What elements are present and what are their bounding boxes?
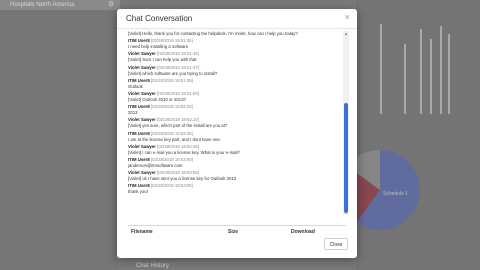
chat-sender-name: ITIM User8	[128, 104, 150, 110]
chat-timestamp: [02/28/2019 19:52:10]	[157, 117, 199, 123]
modal-header: Chat Conversation ×	[117, 9, 357, 29]
chat-timestamp: [02/28/2019 19:51:35]	[150, 38, 193, 44]
files-header-filename: Filename	[131, 229, 153, 235]
scroll-up-arrow-icon[interactable]: ▲	[343, 31, 349, 36]
chat-timestamp: [02/28/2019 19:51:47]	[157, 64, 199, 70]
chat-timestamp: [02/28/2019 19:52:35]	[157, 143, 199, 149]
scroll-down-arrow-icon[interactable]: ▼	[343, 210, 349, 215]
chart-bar	[448, 34, 450, 114]
files-header-size: Size	[228, 229, 239, 235]
chat-sender-name: ITIM User8	[128, 38, 150, 44]
chat-timestamp: [02/28/2019 19:53:09]	[150, 183, 193, 189]
chat-timestamp: [02/28/2019 19:52:25]	[150, 130, 193, 136]
chat-message-text: thank you!	[128, 189, 148, 195]
chat-message-text: janderson@itmsoftware.com	[128, 163, 183, 169]
chat-timestamp: [02/28/2019 19:51:59]	[150, 77, 193, 83]
chat-timestamp: [02/28/2019 19:51:59]	[157, 91, 199, 97]
background-bar-chart	[360, 14, 460, 114]
chat-sender-name: ITIM User8	[128, 77, 150, 83]
chat-message-text: [Violet] Sure I can help you with that	[128, 57, 197, 63]
chat-sender-name: Violet Sawyer	[128, 170, 156, 176]
chart-bar	[440, 26, 442, 114]
chat-message-text: [Violet] Outlook 2010 or 2013?	[128, 97, 186, 103]
chat-timestamp: [02/28/2019 19:51:45]	[157, 51, 199, 57]
chat-message-text: I need help installing a software	[128, 44, 189, 50]
chart-bar	[420, 29, 422, 114]
chat-sender-name: Violet Sawyer	[128, 64, 156, 70]
chat-sender-name: Violet Sawyer	[128, 143, 156, 149]
chart-bar	[404, 44, 406, 114]
files-header-download: Download	[291, 229, 315, 235]
chat-sender-name: ITIM User8	[128, 183, 150, 189]
chart-bar	[380, 24, 382, 114]
chat-message-text: I am at the license key part, and I dont…	[128, 136, 221, 142]
close-icon[interactable]: ×	[345, 12, 350, 22]
chat-message-text: Outlook	[128, 83, 143, 89]
chat-message-text: [Violet] yes sure, which part of the ins…	[128, 123, 228, 129]
background-pie-label: Schedule 1	[383, 191, 409, 197]
chat-timestamp: [02/28/2019 19:53:05]	[157, 170, 199, 176]
chat-message-text: [Violet] ok I have sent you a license ke…	[128, 176, 237, 182]
background-dashboard-title: Hospitals North America	[0, 0, 120, 10]
chat-sender-name: Violet Sawyer	[128, 91, 156, 97]
chart-bar	[430, 39, 432, 114]
chat-conversation-modal: Chat Conversation × [Violet] Hello, than…	[117, 9, 357, 258]
background-chat-history-label: Chat History	[136, 263, 170, 269]
close-button[interactable]: Close	[324, 238, 348, 250]
chat-message-text: [Violet] Hello, thank you for contacting…	[128, 31, 298, 36]
chat-message-text: 2013	[128, 110, 138, 116]
chat-sender-name: ITIM User8	[128, 157, 150, 163]
chat-message-text: [Violet] I can e-mail you a license key.…	[128, 149, 240, 155]
chat-timestamp: [02/28/2019 19:52:50]	[150, 157, 193, 163]
chat-log[interactable]: [Violet] Hello, thank you for contacting…	[128, 31, 344, 215]
chat-message-text: [Violet] which software are you trying t…	[128, 70, 218, 76]
chat-timestamp: [02/28/2019 19:52:03]	[150, 104, 193, 110]
background-left-panel	[0, 10, 118, 270]
files-table: Filename Size Download	[128, 225, 346, 240]
chat-sender-name: Violet Sawyer	[128, 51, 156, 57]
chat-sender-name: ITIM User8	[128, 130, 150, 136]
chat-sender-name: Violet Sawyer	[128, 117, 156, 123]
modal-title: Chat Conversation	[126, 14, 193, 23]
scrollbar-thumb[interactable]	[344, 103, 348, 213]
chat-scrollbar[interactable]: ▲ ▼	[343, 31, 349, 215]
